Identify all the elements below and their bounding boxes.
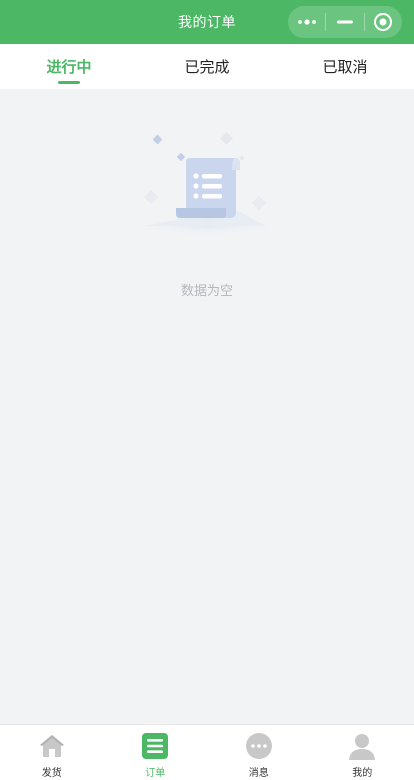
tab-completed[interactable]: 已完成 <box>138 44 276 89</box>
minimize-icon <box>336 20 353 24</box>
tabbar-item-orders[interactable]: 订单 <box>104 725 208 780</box>
empty-state-text: 数据为空 <box>180 284 233 299</box>
home-icon <box>37 731 67 761</box>
empty-list-scroll-icon <box>138 132 278 234</box>
target-close-icon <box>374 13 393 31</box>
tabbar-label: 订单 <box>145 768 166 779</box>
tab-in-progress[interactable]: 进行中 <box>0 44 138 89</box>
mini-program-capsule <box>288 6 402 38</box>
navigation-bar: 我的订单 <box>0 0 414 44</box>
message-icon <box>244 731 274 761</box>
more-button[interactable] <box>288 6 325 38</box>
tabbar-item-profile[interactable]: 我的 <box>311 725 414 780</box>
order-list-icon <box>140 731 170 761</box>
order-status-tabs: 进行中 已完成 已取消 <box>0 44 414 89</box>
tab-label: 已取消 <box>322 58 368 76</box>
tabbar-item-ship[interactable]: 发货 <box>0 725 104 780</box>
bottom-tab-bar: 发货 订单 消息 我的 <box>0 724 414 780</box>
page-title: 我的订单 <box>178 15 236 31</box>
tabbar-item-messages[interactable]: 消息 <box>207 725 311 780</box>
close-button[interactable] <box>365 6 402 38</box>
user-icon <box>347 731 377 761</box>
active-tab-indicator <box>58 81 80 84</box>
tabbar-label: 消息 <box>248 768 269 779</box>
tabbar-label: 我的 <box>352 768 373 779</box>
tab-label: 已完成 <box>184 58 230 76</box>
more-dots-icon <box>297 19 316 25</box>
minimize-button[interactable] <box>326 6 363 38</box>
tab-label: 进行中 <box>46 58 92 76</box>
tabbar-label: 发货 <box>41 768 62 779</box>
tab-cancelled[interactable]: 已取消 <box>276 44 414 89</box>
